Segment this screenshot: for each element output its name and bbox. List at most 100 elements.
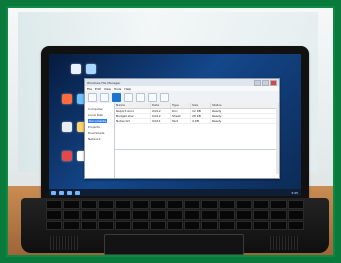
window-title: Windows File Manager	[87, 80, 121, 85]
row-status: Ready	[211, 114, 279, 118]
key[interactable]	[46, 210, 63, 220]
folder-tree: Computer Local Disk Documents Projects D…	[85, 103, 115, 178]
key[interactable]	[218, 200, 235, 210]
key[interactable]	[149, 200, 166, 210]
key[interactable]	[218, 210, 235, 220]
key[interactable]	[63, 210, 80, 220]
key[interactable]	[149, 210, 166, 220]
search-icon[interactable]	[160, 92, 169, 102]
key[interactable]	[184, 220, 201, 230]
delete-icon[interactable]	[148, 92, 157, 102]
maximize-button[interactable]	[262, 79, 269, 86]
image-frame: Windows File Manager File Edit View Tool…	[6, 6, 335, 257]
key[interactable]	[46, 220, 63, 230]
key[interactable]	[97, 210, 115, 220]
menu-edit[interactable]: Edit	[95, 87, 101, 91]
table-row[interactable]: Notes.txt 04/11 Text 4 KB Ready	[115, 119, 279, 124]
minimize-button[interactable]	[254, 79, 261, 86]
paste-icon[interactable]	[136, 92, 145, 102]
menu-tools[interactable]: Tools	[114, 87, 121, 91]
mail-icon[interactable]	[75, 190, 80, 195]
menu-view[interactable]: View	[104, 87, 111, 91]
column-date[interactable]: Date	[151, 103, 171, 108]
left-speaker	[50, 236, 78, 250]
menu-help[interactable]: Help	[124, 87, 131, 91]
touchpad[interactable]	[104, 234, 244, 255]
key[interactable]	[218, 220, 235, 230]
details-pane	[115, 149, 277, 174]
key[interactable]	[132, 210, 149, 220]
key[interactable]	[184, 210, 201, 220]
key[interactable]	[270, 220, 287, 230]
key[interactable]	[149, 220, 166, 230]
explorer-icon[interactable]	[59, 190, 64, 195]
key[interactable]	[97, 200, 115, 210]
row-type: Doc	[171, 109, 191, 113]
key[interactable]	[166, 200, 184, 210]
key[interactable]	[46, 200, 63, 210]
row-size: 4 KB	[191, 119, 211, 123]
key[interactable]	[97, 220, 115, 230]
key[interactable]	[253, 210, 270, 220]
back-icon[interactable]	[88, 92, 97, 102]
key[interactable]	[115, 200, 132, 210]
key[interactable]	[201, 210, 218, 220]
key[interactable]	[253, 220, 270, 230]
key[interactable]	[80, 220, 97, 230]
tree-item-network[interactable]: Network	[88, 137, 101, 141]
row-name: Notes.txt	[115, 119, 151, 123]
row-date: 04/12	[151, 114, 171, 118]
desktop-mail-icon[interactable]	[59, 122, 75, 142]
key[interactable]	[201, 200, 218, 210]
key[interactable]	[80, 210, 97, 220]
tree-item-downloads[interactable]: Downloads	[88, 131, 104, 135]
column-size[interactable]: Size	[191, 103, 211, 108]
key[interactable]	[235, 200, 253, 210]
key[interactable]	[287, 210, 304, 220]
column-status[interactable]: Status	[211, 103, 279, 108]
key[interactable]	[115, 210, 132, 220]
tree-item-computer[interactable]: Computer	[88, 107, 103, 111]
taskbar: 3:45	[49, 189, 301, 196]
window-titlebar[interactable]: Windows File Manager	[85, 79, 279, 86]
column-type[interactable]: Type	[171, 103, 191, 108]
key[interactable]	[287, 200, 304, 210]
desktop-folder-icon[interactable]	[68, 64, 84, 84]
key[interactable]	[201, 220, 218, 230]
browser-icon[interactable]	[67, 190, 72, 195]
key[interactable]	[166, 220, 184, 230]
key[interactable]	[132, 200, 149, 210]
key[interactable]	[132, 220, 149, 230]
copy-icon[interactable]	[124, 92, 133, 102]
scrollbar[interactable]	[276, 108, 279, 174]
row-date: 04/11	[151, 119, 171, 123]
tree-item-projects[interactable]: Projects	[88, 125, 100, 129]
key[interactable]	[270, 210, 287, 220]
start-icon[interactable]	[51, 190, 56, 195]
key[interactable]	[166, 210, 184, 220]
tree-item-local-disk[interactable]: Local Disk	[88, 113, 103, 117]
folder-icon[interactable]	[112, 92, 121, 102]
application-window: Windows File Manager File Edit View Tool…	[84, 78, 280, 179]
row-name: Report.docx	[115, 109, 151, 113]
key[interactable]	[253, 200, 270, 210]
tree-item-documents[interactable]: Documents	[88, 119, 108, 123]
keyboard	[46, 200, 304, 230]
key[interactable]	[270, 200, 287, 210]
key[interactable]	[235, 220, 253, 230]
menu-file[interactable]: File	[87, 87, 92, 91]
desktop-chart-icon[interactable]	[59, 151, 75, 171]
laptop-screen: Windows File Manager File Edit View Tool…	[49, 54, 301, 196]
row-size: 28 KB	[191, 114, 211, 118]
column-name[interactable]: Name	[115, 103, 151, 108]
forward-icon[interactable]	[100, 92, 109, 102]
key[interactable]	[287, 220, 304, 230]
key[interactable]	[63, 220, 80, 230]
key[interactable]	[184, 200, 201, 210]
key[interactable]	[63, 200, 80, 210]
key[interactable]	[115, 220, 132, 230]
key[interactable]	[80, 200, 97, 210]
key[interactable]	[235, 210, 253, 220]
desktop-settings-icon[interactable]	[59, 94, 75, 114]
close-button[interactable]	[270, 79, 277, 86]
